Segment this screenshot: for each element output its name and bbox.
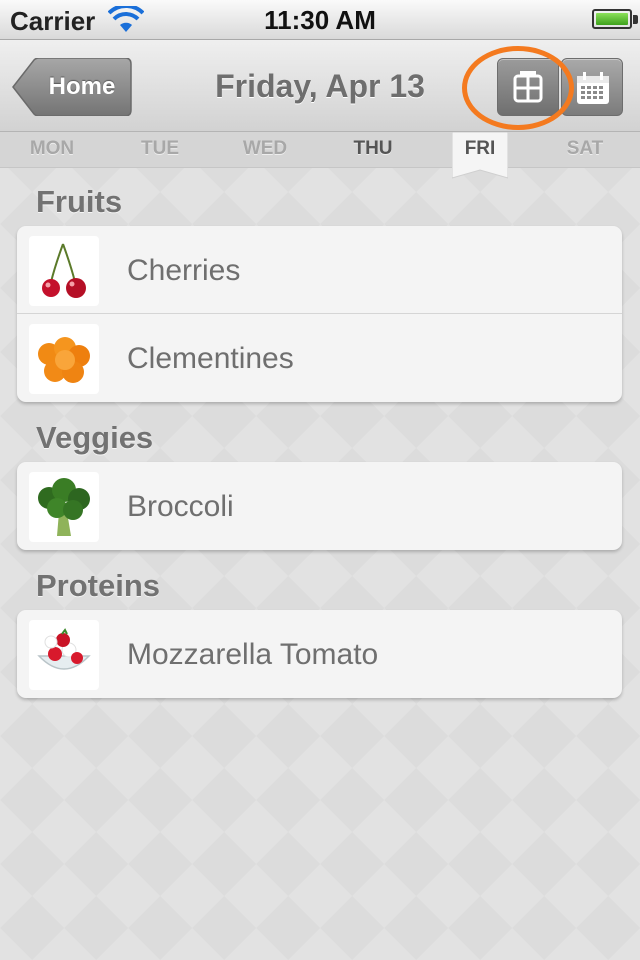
- section-title-fruits: Fruits: [36, 184, 123, 219]
- cherries-icon: [42, 243, 86, 298]
- day-fri[interactable]: FRI: [452, 138, 508, 160]
- day-mon[interactable]: MON: [12, 138, 92, 160]
- thumbnail: [29, 620, 99, 690]
- page-title: Friday, Apr 13: [215, 68, 425, 104]
- thumbnail: [29, 236, 99, 306]
- status-bar: Carrier 11:30 AM: [0, 0, 640, 40]
- fruits-card: Cherries Clementines: [17, 226, 622, 402]
- mozzarella-tomato-icon: [37, 628, 91, 670]
- item-label: Mozzarella Tomato: [127, 638, 379, 671]
- clementines-icon: [38, 337, 90, 383]
- thumbnail: [29, 472, 99, 542]
- day-sat[interactable]: SAT: [545, 138, 625, 160]
- section-title-veggies: Veggies: [36, 420, 154, 455]
- veggies-card: Broccoli: [17, 462, 622, 550]
- day-wed[interactable]: WED: [225, 138, 305, 160]
- item-label: Broccoli: [127, 490, 234, 523]
- broccoli-icon: [38, 478, 90, 536]
- thumbnail: [29, 324, 99, 394]
- proteins-card: Mozzarella Tomato: [17, 610, 622, 698]
- day-selector: MON TUE WED THU SAT: [0, 132, 640, 168]
- day-thu[interactable]: THU: [333, 138, 413, 160]
- battery-tip: [633, 15, 638, 24]
- home-back-button[interactable]: Home: [12, 58, 132, 116]
- highlight-circle-annotation: [462, 46, 574, 130]
- clock: 11:30 AM: [264, 5, 376, 35]
- section-title-proteins: Proteins: [36, 568, 161, 603]
- battery-icon: [592, 9, 632, 29]
- calendar-icon: [577, 72, 609, 104]
- list-item[interactable]: Clementines: [17, 314, 622, 402]
- item-label: Cherries: [127, 254, 241, 287]
- list-item[interactable]: Broccoli: [17, 462, 622, 550]
- home-button-label: Home: [48, 73, 116, 100]
- list-item[interactable]: Cherries: [17, 226, 622, 314]
- list-item[interactable]: Mozzarella Tomato: [17, 610, 622, 698]
- item-label: Clementines: [127, 342, 294, 375]
- day-tue[interactable]: TUE: [120, 138, 200, 160]
